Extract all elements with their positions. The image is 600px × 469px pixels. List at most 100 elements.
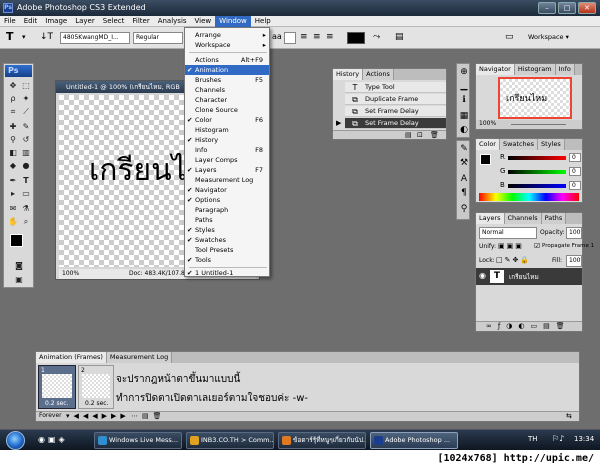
window-menu-item-document[interactable]: ✔ 1 Untitled-1 — [185, 268, 269, 278]
navigator-zoom-slider[interactable] — [511, 124, 566, 125]
frame-delay[interactable]: 0.2 sec. — [45, 400, 68, 407]
window-menu-item-styles[interactable]: ✔ Styles — [185, 225, 269, 235]
history-row[interactable]: ⧉ Set Frame Delay — [345, 106, 446, 117]
history-row[interactable]: ⧉ Duplicate Frame — [345, 94, 446, 105]
marquee-tool-icon[interactable]: ⬚ — [20, 81, 32, 91]
type-tool-icon[interactable]: T — [20, 176, 32, 186]
anti-alias-icon[interactable]: aa — [272, 31, 282, 43]
zoom-tool-icon[interactable]: ⌕ — [20, 217, 32, 227]
lock-icons[interactable]: □✎✥🔒 — [496, 256, 531, 264]
minimize-button[interactable]: – — [538, 2, 556, 14]
animation-frame-2[interactable]: 2 0.2 sec. — [78, 365, 114, 409]
menu-filter[interactable]: Filter — [128, 16, 153, 27]
unify-icons[interactable]: ▣▣▣ — [498, 242, 524, 250]
shape-tool-icon[interactable]: ▭ — [20, 189, 32, 199]
window-menu-item-measurement-log[interactable]: Measurement Log — [185, 175, 269, 185]
blur-tool-icon[interactable]: ◆ — [7, 161, 19, 171]
navigator-zoom-value[interactable]: 100% — [479, 120, 496, 127]
navigator-icon[interactable]: ⊕ — [458, 66, 470, 78]
type-tool-icon[interactable]: T — [6, 31, 14, 43]
eraser-tool-icon[interactable]: ◧ — [7, 148, 19, 158]
character-icon[interactable]: A — [458, 173, 470, 185]
workspace-menu[interactable]: Workspace ▾ — [528, 33, 569, 41]
taskbar-button-photoshop[interactable]: Adobe Photoshop ... — [370, 432, 458, 449]
font-style-select[interactable]: Regular — [133, 32, 183, 44]
tab-actions[interactable]: Actions — [363, 69, 394, 80]
notes-tool-icon[interactable]: ✉ — [7, 204, 19, 214]
dropdown-arrow-icon[interactable]: ▾ — [22, 31, 26, 43]
clock[interactable]: 13:34 — [574, 435, 594, 443]
start-button[interactable] — [6, 431, 25, 450]
move-tool-icon[interactable]: ✥ — [7, 81, 19, 91]
window-menu-item-clone-source[interactable]: Clone Source — [185, 105, 269, 115]
history-row[interactable]: T Type Tool — [345, 82, 446, 93]
window-menu-item-tools[interactable]: ✔ Tools — [185, 255, 269, 265]
layer-name[interactable]: เกรียนไหม — [509, 272, 539, 282]
animation-frame-1[interactable]: 1 0.2 sec. — [38, 365, 76, 409]
window-menu-item-channels[interactable]: Channels — [185, 85, 269, 95]
taskbar-button-browser-2[interactable]: ข้อดาร์รุ้ที่หนูๆเกี่ยวกับนัป... — [278, 432, 366, 449]
quick-mask-icon[interactable]: ◙ — [13, 261, 25, 271]
menu-file[interactable]: File — [0, 16, 20, 27]
tab-measurement-log[interactable]: Measurement Log — [106, 352, 173, 363]
tab-layers[interactable]: Layers — [476, 213, 505, 224]
window-menu-item-actions[interactable]: Actions Alt+F9 — [185, 55, 269, 65]
taskbar-button-messenger[interactable]: Windows Live Mess... — [94, 432, 182, 449]
palette-well-icon[interactable]: ▭ — [505, 31, 514, 43]
anti-alias-select[interactable] — [284, 32, 296, 44]
dodge-tool-icon[interactable]: ● — [20, 161, 32, 171]
tool-presets-icon[interactable]: ⚒ — [458, 157, 470, 169]
window-menu-item-histogram[interactable]: Histogram — [185, 125, 269, 135]
layer-action-icons[interactable]: ∞ƒ◑◐▭▤🗑 — [486, 322, 571, 330]
tab-color[interactable]: Color — [476, 139, 500, 150]
hand-tool-icon[interactable]: ✋ — [7, 217, 19, 227]
window-menu-item-color[interactable]: ✔ Color F6 — [185, 115, 269, 125]
gradient-tool-icon[interactable]: ▥ — [20, 148, 32, 158]
window-menu-item-character[interactable]: Character — [185, 95, 269, 105]
info-icon[interactable]: ℹ — [458, 94, 470, 106]
window-menu-item-tool-presets[interactable]: Tool Presets — [185, 245, 269, 255]
window-menu-item-info[interactable]: Info F8 — [185, 145, 269, 155]
menu-analysis[interactable]: Analysis — [154, 16, 191, 27]
eyedropper-icon[interactable]: ⚗ — [20, 204, 32, 214]
zoom-level[interactable]: 100% — [62, 269, 79, 279]
window-menu-item-swatches[interactable]: ✔ Swatches — [185, 235, 269, 245]
opacity-field[interactable]: 100% — [566, 227, 582, 239]
font-family-select[interactable]: 4805KwangMD_I... — [60, 32, 130, 44]
language-indicator[interactable]: TH — [528, 435, 538, 443]
window-menu-item-paragraph[interactable]: Paragraph — [185, 205, 269, 215]
channel-b-value[interactable]: 0 — [569, 181, 581, 190]
channel-g-value[interactable]: 0 — [569, 167, 581, 176]
timeline-toggle-icon[interactable]: ⇆ — [566, 412, 572, 420]
new-document-icon[interactable]: ▤ — [405, 131, 412, 139]
paragraph-icon[interactable]: ¶ — [458, 187, 470, 199]
color-spectrum-bar[interactable] — [479, 193, 579, 201]
foreground-color-swatch[interactable] — [10, 234, 23, 247]
tab-styles[interactable]: Styles — [538, 139, 565, 150]
history-row-selected[interactable]: ⧉ Set Frame Delay — [345, 118, 446, 129]
channel-r-value[interactable]: 0 — [569, 153, 581, 162]
window-menu-item-paths[interactable]: Paths — [185, 215, 269, 225]
align-left-icon[interactable]: ≡ — [300, 31, 308, 43]
quick-launch-icons[interactable]: ◉▣◈ — [38, 435, 68, 444]
history-brush-icon[interactable]: ↺ — [20, 135, 32, 145]
tray-icons[interactable]: ⚐♪ — [552, 434, 564, 443]
tab-paths[interactable]: Paths — [541, 213, 567, 224]
align-center-icon[interactable]: ≡ — [313, 31, 321, 43]
window-menu-item-animation[interactable]: ✔ Animation — [185, 65, 269, 75]
frame-delay[interactable]: 0.2 sec. — [85, 400, 108, 407]
clone-stamp-icon[interactable]: ⚲ — [7, 135, 19, 145]
taskbar-button-browser[interactable]: INB3.CO.TH > Comm... — [186, 432, 274, 449]
styles-icon[interactable]: ◐ — [458, 124, 470, 136]
window-menu-item-layer-comps[interactable]: Layer Comps — [185, 155, 269, 165]
menu-image[interactable]: Image — [41, 16, 71, 27]
text-color-swatch[interactable] — [347, 32, 365, 44]
tab-navigator[interactable]: Navigator — [476, 64, 515, 75]
tab-animation-frames[interactable]: Animation (Frames) — [36, 352, 107, 363]
window-menu-item-layers[interactable]: ✔ Layers F7 — [185, 165, 269, 175]
window-menu-item-workspace[interactable]: Workspace ▸ — [185, 40, 269, 50]
propagate-checkbox[interactable]: ☑ — [534, 242, 540, 250]
loop-select[interactable]: Forever — [39, 412, 62, 419]
menu-view[interactable]: View — [191, 16, 216, 27]
path-selection-icon[interactable]: ▸ — [7, 189, 19, 199]
